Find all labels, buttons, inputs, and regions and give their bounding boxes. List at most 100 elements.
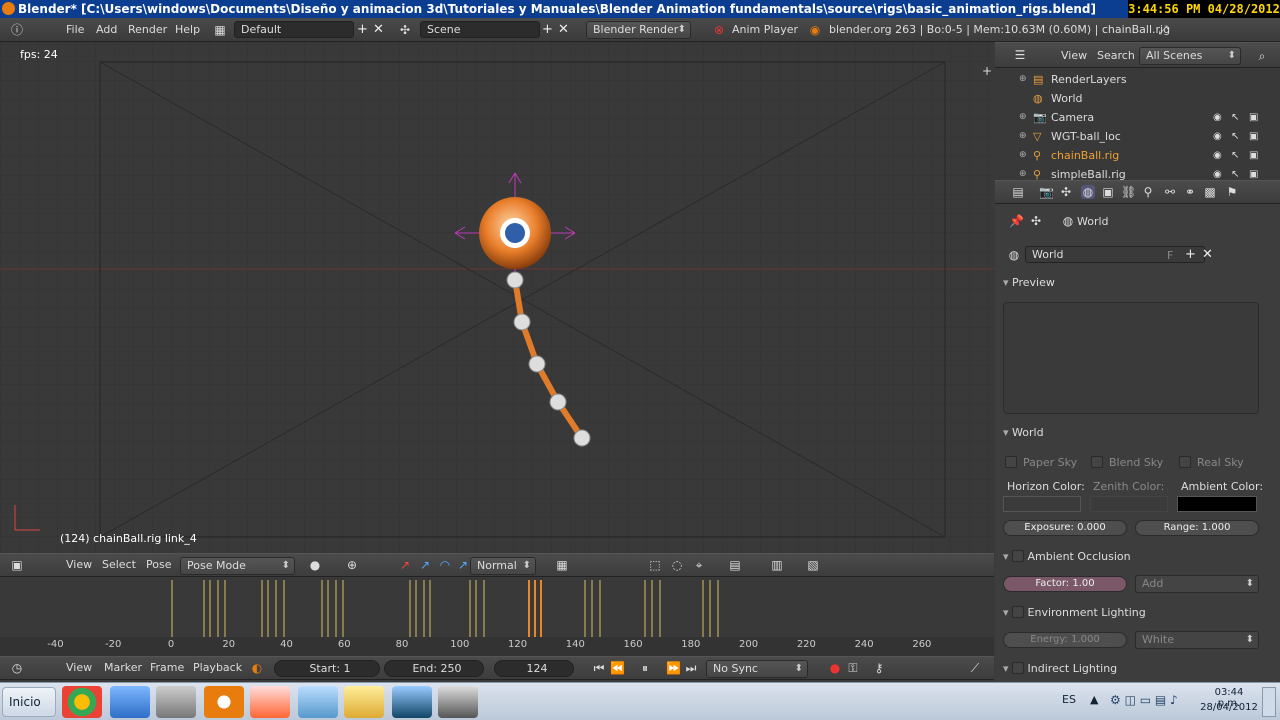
outliner-row[interactable]: ◍ World [995, 89, 1280, 108]
insert-key-icon[interactable]: ⚷ [872, 661, 886, 675]
outliner[interactable]: ☰ View Search All Scenes ⌕ ⊕ ▤ RenderLayer… [995, 42, 1280, 181]
expand-icon[interactable]: ⊕ [1019, 108, 1027, 127]
bone-constraint-tab-icon[interactable]: ⚭ [1183, 185, 1197, 199]
armature-tab-icon[interactable]: ⚲ [1141, 185, 1155, 199]
render-icon[interactable]: ▣ [1249, 146, 1258, 165]
timeline-view-menu[interactable]: View [66, 661, 92, 674]
start-frame-field[interactable]: Start: 1 [274, 660, 380, 677]
ao-factor-slider[interactable]: Factor: 1.00 [1003, 576, 1127, 592]
menu-render[interactable]: Render [128, 23, 167, 36]
start-button[interactable]: Inicio [2, 687, 56, 717]
tray-icons[interactable]: ⚙ ◫ ▭ ▤ ♪ [1110, 693, 1178, 707]
render-tab-icon[interactable]: 📷 [1039, 185, 1054, 199]
remove-scene-button[interactable]: ✕ [556, 21, 571, 38]
outliner-row[interactable]: ⊕ ▽ WGT-ball_loc ◉ ↖ ▣ [995, 127, 1280, 146]
scene-icon[interactable]: ✣ [398, 23, 412, 37]
outliner-row[interactable]: ⊕ ▤ RenderLayers [995, 70, 1280, 89]
render-icon[interactable]: ▣ [1249, 127, 1258, 146]
render-icon[interactable]: ▣ [1249, 108, 1258, 127]
exposure-slider[interactable]: Exposure: 0.000 [1003, 520, 1127, 536]
keying-set-icon[interactable]: ⚿ [846, 661, 860, 675]
tray-expand-icon[interactable]: ▲ [1090, 693, 1098, 706]
unlink-world-button[interactable]: ✕ [1200, 246, 1215, 263]
screen-layout-icon[interactable]: ▦ [213, 23, 227, 37]
ao-blend-dropdown[interactable]: Add [1135, 575, 1259, 593]
properties-editor-icon[interactable]: ▤ [1011, 185, 1025, 199]
chrome-taskbar-icon[interactable] [62, 686, 102, 718]
properties-editor[interactable]: ▤ 📷 ✣ ◍ ▣ ⛓ ⚲ ⚯ ⚭ ▩ ⚑ 📌 ✣ ◍ World ◍ Worl… [995, 180, 1280, 688]
frame-ruler[interactable] [0, 637, 994, 656]
view3d-editor-icon[interactable]: ▣ [10, 558, 24, 572]
shading-icon[interactable]: ● [308, 558, 322, 572]
lock-layers-icon[interactable]: ⬚ [648, 558, 662, 572]
object-tab-icon[interactable]: ▣ [1101, 185, 1115, 199]
physics-tab-icon[interactable]: ⚑ [1225, 185, 1239, 199]
orientation-dropdown[interactable]: Normal [470, 557, 536, 575]
fullscreen-icon[interactable]: ⤢ [1156, 23, 1170, 37]
sync-dropdown[interactable]: No Sync [706, 660, 808, 678]
remove-screen-button[interactable]: ✕ [371, 21, 386, 38]
pose-flip-icon[interactable]: ▧ [806, 558, 820, 572]
eye-icon[interactable]: ◉ [1213, 108, 1222, 127]
expand-icon[interactable]: ⊕ [1019, 70, 1027, 89]
cursor-icon[interactable]: ↖ [1231, 146, 1239, 165]
bone-tab-icon[interactable]: ⚯ [1163, 185, 1177, 199]
horizon-color-swatch[interactable] [1003, 496, 1081, 512]
pose-paste-icon[interactable]: ▥ [770, 558, 784, 572]
render-engine-dropdown[interactable]: Blender Render [586, 21, 691, 39]
pivot-icon[interactable]: ⊕ [345, 558, 359, 572]
language-indicator[interactable]: ES [1062, 693, 1076, 706]
proportional-icon[interactable]: ◌ [670, 558, 684, 572]
gimp-taskbar-icon[interactable] [156, 686, 196, 718]
pose-menu[interactable]: Pose [146, 558, 171, 571]
texture-tab-icon[interactable]: ▩ [1203, 185, 1217, 199]
pause-icon[interactable]: ⏸ [638, 661, 652, 675]
snap-icon[interactable]: ⌖ [692, 558, 706, 572]
manipulator-icon[interactable]: ↗ [398, 558, 412, 572]
current-frame-indicator[interactable] [528, 580, 542, 637]
preview-range-icon[interactable]: ◐ [250, 661, 264, 675]
paper-sky-checkbox[interactable] [1005, 456, 1017, 468]
scene-field[interactable]: Scene [420, 21, 540, 38]
timeline[interactable]: -40 -20 0 20 40 60 80 100 120 140 160 180 200 220 240 2… [0, 577, 994, 656]
menu-help[interactable]: Help [175, 23, 200, 36]
users-taskbar-icon[interactable] [298, 686, 338, 718]
world-tab-icon[interactable]: ◍ [1081, 185, 1095, 199]
constraints-tab-icon[interactable]: ⛓ [1121, 185, 1136, 199]
jump-end-icon[interactable]: ⏭ [684, 661, 698, 675]
end-frame-field[interactable]: End: 250 [384, 660, 484, 677]
add-scene-button[interactable]: + [540, 21, 555, 38]
timeline-editor-icon[interactable]: ◷ [10, 661, 24, 675]
cursor-icon[interactable]: ↖ [1231, 108, 1239, 127]
mode-dropdown[interactable]: Pose Mode [180, 557, 295, 575]
outliner-filter-dropdown[interactable]: All Scenes [1139, 47, 1241, 65]
jump-next-key-icon[interactable]: ⏩ [666, 661, 681, 675]
3d-viewport[interactable]: fps: 24 (124) chainBall.rig link_4 + [0, 42, 994, 554]
anim-player-button[interactable]: Anim Player [732, 23, 798, 36]
menu-file[interactable]: File [66, 23, 84, 36]
energy-slider[interactable]: Energy: 1.000 [1003, 632, 1127, 648]
layers-icon[interactable]: ▦ [555, 558, 569, 572]
editor-type-icon[interactable]: ⓘ [10, 23, 24, 37]
outliner-search-menu[interactable]: Search [1097, 49, 1135, 62]
rotate-icon[interactable]: ◠ [438, 558, 452, 572]
outliner-editor-icon[interactable]: ☰ [1013, 48, 1027, 62]
environment-lighting-panel[interactable]: ▾ Environment Lighting [1003, 604, 1261, 619]
app-taskbar-icon[interactable] [110, 686, 150, 718]
cursor-icon[interactable]: ↖ [1231, 127, 1239, 146]
viewport-canvas[interactable] [0, 42, 994, 554]
frame-menu[interactable]: Frame [150, 661, 184, 674]
search-icon[interactable]: ⌕ [1255, 49, 1269, 63]
add-screen-button[interactable]: + [355, 21, 370, 38]
playback-menu[interactable]: Playback [193, 661, 242, 674]
jump-prev-key-icon[interactable]: ⏪ [610, 661, 625, 675]
fake-user-button[interactable]: F [1167, 249, 1173, 262]
explorer-taskbar-icon[interactable] [344, 686, 384, 718]
outliner-row[interactable]: ⊕ ⚲ chainBall.rig ◉ ↖ ▣ [995, 146, 1280, 165]
scene-tab-icon[interactable]: ✣ [1059, 185, 1073, 199]
cancel-icon[interactable]: ⊗ [712, 23, 726, 37]
menu-add[interactable]: Add [96, 23, 117, 36]
screen-layout-field[interactable]: Default [234, 21, 354, 38]
jump-start-icon[interactable]: ⏮ [592, 661, 606, 675]
inkscape-taskbar-icon[interactable] [392, 686, 432, 718]
